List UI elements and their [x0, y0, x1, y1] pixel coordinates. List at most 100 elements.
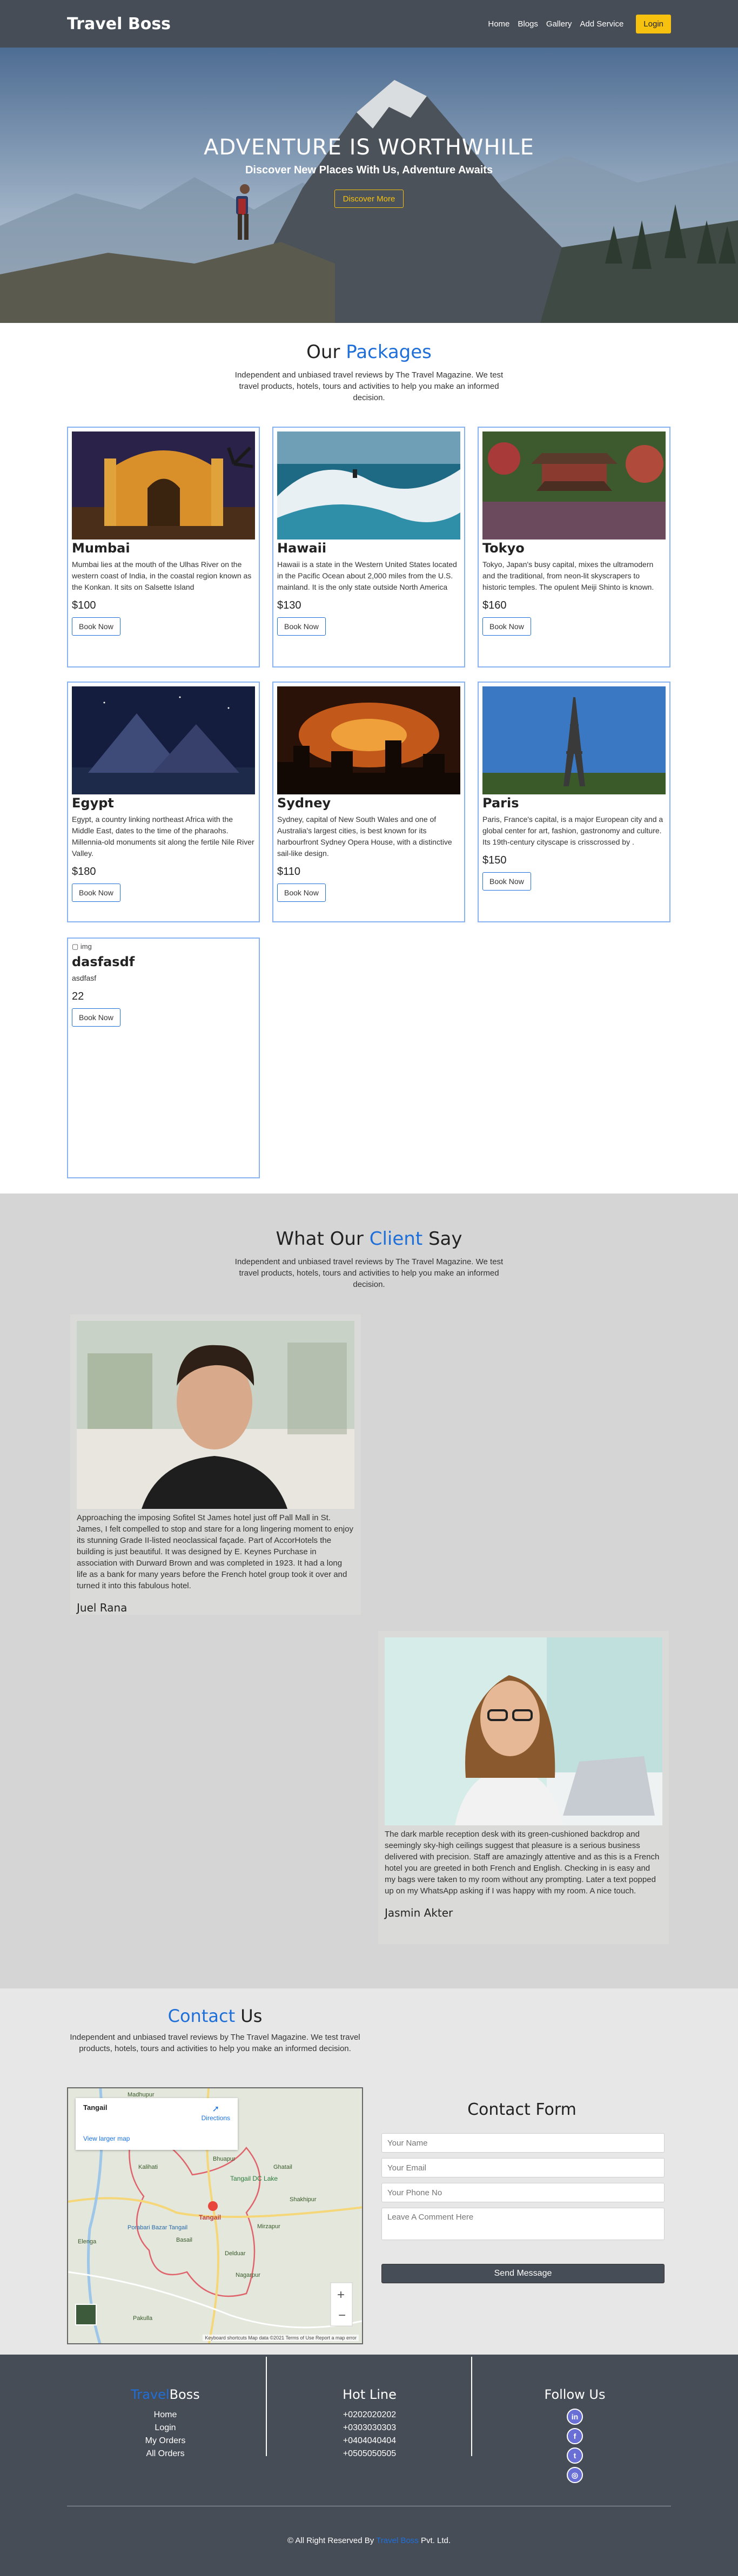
packages-title: Our Packages	[0, 341, 738, 363]
footer-brand-accent: Travel	[131, 2387, 170, 2402]
send-message-button[interactable]: Send Message	[381, 2264, 665, 2283]
book-now-button[interactable]: Book Now	[482, 872, 531, 891]
footer-link-login[interactable]: Login	[63, 2422, 268, 2435]
card-price: $180	[72, 866, 96, 878]
directions-link[interactable]: ➚ Directions	[202, 2103, 230, 2122]
card-title: dasfasdf	[72, 954, 135, 969]
map-label: Mirzapur	[257, 2223, 280, 2230]
footer-link-all-orders[interactable]: All Orders	[63, 2447, 268, 2460]
footer-links-column: TravelBoss Home Login My Orders All Orde…	[63, 2387, 268, 2460]
footer-brand: TravelBoss	[63, 2387, 268, 2402]
testimonial-card: The dark marble reception desk with its …	[378, 1631, 669, 1944]
card-price: $110	[277, 866, 301, 878]
card-description: Hawaii is a state in the Western United …	[277, 560, 457, 591]
card-title: Paris	[482, 795, 519, 811]
hero-banner: ADVENTURE IS WORTHWHILE Discover New Pla…	[0, 48, 738, 323]
hero-title: ADVENTURE IS WORTHWHILE	[204, 135, 534, 160]
contact-title-suffix: Us	[240, 2006, 263, 2026]
card-description: asdfasf	[72, 974, 97, 982]
map-footer: Keyboard shortcuts Map data ©2021 Terms …	[203, 2335, 359, 2341]
phone-field[interactable]	[381, 2183, 665, 2202]
tokyo-image	[482, 431, 666, 540]
card-title: Mumbai	[72, 541, 130, 556]
hotline-number: +0202020202	[343, 2410, 397, 2419]
map-label: Tangail	[199, 2214, 222, 2221]
contact-section: Contact Us Independent and unbiased trav…	[0, 1988, 738, 2355]
testimonials-intro: Independent and unbiased travel reviews …	[234, 1257, 504, 1289]
follow-us-title: Follow Us	[544, 2387, 606, 2402]
package-card-sydney: Sydney Sydney, capital of New South Wale…	[272, 682, 465, 922]
testimonials-title-suffix: Say	[428, 1228, 462, 1250]
map-label: Elenga	[78, 2238, 97, 2245]
zoom-out-icon: −	[338, 2308, 346, 2323]
package-card-egypt: Egypt Egypt, a country linking northeast…	[67, 682, 260, 922]
book-now-button[interactable]: Book Now	[72, 617, 120, 636]
nav-link-add-service[interactable]: Add Service	[580, 19, 623, 29]
testimonials-section: What Our Client Say Independent and unbi…	[0, 1193, 738, 1988]
testimonial-text: The dark marble reception desk with its …	[385, 1830, 660, 1896]
email-field[interactable]	[381, 2158, 665, 2177]
nav-link-blogs[interactable]: Blogs	[518, 19, 538, 29]
book-now-button[interactable]: Book Now	[277, 884, 326, 902]
testimonials-title-accent: Client	[369, 1228, 423, 1250]
footer-brand-rest: Boss	[169, 2387, 200, 2402]
hero-subtitle: Discover New Places With Us, Adventure A…	[245, 164, 493, 176]
twitter-icon[interactable]: t	[567, 2447, 583, 2464]
map-label: Bhuapur	[213, 2156, 236, 2162]
directions-label: Directions	[201, 2114, 230, 2122]
broken-image-icon: ▢	[72, 942, 79, 950]
nav-link-home[interactable]: Home	[488, 19, 509, 29]
contact-form-title: Contact Form	[467, 2100, 576, 2119]
instagram-icon[interactable]: ◎	[567, 2467, 583, 2483]
book-now-button[interactable]: Book Now	[482, 617, 531, 636]
footer-hotline-column: Hot Line +0202020202 +0303030303 +040404…	[267, 2387, 472, 2460]
contact-title-accent: Contact	[167, 2006, 236, 2026]
card-description: Tokyo, Japan's busy capital, mixes the u…	[482, 560, 654, 591]
login-button[interactable]: Login	[636, 14, 671, 33]
nav-link-gallery[interactable]: Gallery	[546, 19, 572, 29]
footer-link-home[interactable]: Home	[63, 2409, 268, 2422]
hotline-number: +0505050505	[343, 2449, 397, 2458]
book-now-button[interactable]: Book Now	[72, 884, 120, 902]
map-label: Madhupur	[128, 2092, 155, 2098]
navbar: Travel Boss Home Blogs Gallery Add Servi…	[0, 0, 738, 48]
card-title: Egypt	[72, 795, 114, 811]
testimonial-text: Approaching the imposing Sofitel St Jame…	[77, 1513, 353, 1590]
brand-logo[interactable]: Travel Boss	[67, 15, 171, 33]
discover-more-button[interactable]: Discover More	[334, 190, 404, 208]
package-card-mumbai: Mumbai Mumbai lies at the mouth of the U…	[67, 427, 260, 667]
package-card-tokyo: Tokyo Tokyo, Japan's busy capital, mixes…	[478, 427, 670, 667]
facebook-icon[interactable]: f	[567, 2428, 583, 2444]
map-label: Ghatail	[273, 2164, 292, 2170]
footer: TravelBoss Home Login My Orders All Orde…	[0, 2355, 738, 2576]
map-label: Pakulla	[133, 2315, 153, 2322]
map-label: Basail	[176, 2237, 192, 2243]
card-description: Mumbai lies at the mouth of the Ulhas Ri…	[72, 560, 252, 591]
book-now-button[interactable]: Book Now	[72, 1008, 120, 1027]
copyright-suffix: Pvt. Ltd.	[420, 2536, 451, 2545]
contact-title: Contact Us	[67, 2006, 363, 2026]
testimonials-title-prefix: What Our	[276, 1228, 364, 1250]
card-price: $160	[482, 599, 507, 611]
client-photo-juel	[77, 1321, 354, 1509]
copyright-text: © All Right Reserved By Travel Boss Pvt.…	[0, 2536, 738, 2545]
book-now-button[interactable]: Book Now	[277, 617, 326, 636]
comment-field[interactable]	[381, 2208, 665, 2240]
contact-intro: Independent and unbiased travel reviews …	[70, 2033, 360, 2053]
sydney-image	[277, 686, 460, 794]
footer-link-my-orders[interactable]: My Orders	[63, 2435, 268, 2447]
linkedin-icon[interactable]: in	[567, 2409, 583, 2425]
package-card-paris: Paris Paris, France's capital, is a majo…	[478, 682, 670, 922]
testimonial-name: Juel Rana	[77, 1601, 128, 1614]
view-larger-map-link[interactable]: View larger map	[83, 2135, 130, 2142]
map-info-card: Tangail ➚ Directions View larger map	[76, 2098, 238, 2150]
card-title: Sydney	[277, 795, 331, 811]
map-label: Tangail DC Lake	[230, 2175, 278, 2182]
directions-icon: ➚	[212, 2105, 220, 2114]
card-price: $150	[482, 854, 507, 866]
copyright-prefix: © All Right Reserved By	[287, 2536, 374, 2545]
map-label: Delduar	[225, 2250, 246, 2257]
name-field[interactable]	[381, 2133, 665, 2153]
embedded-map[interactable]: + − Bhuapur Ghatail Tangail DC Lake Shak…	[67, 2087, 363, 2344]
hotline-number: +0404040404	[343, 2436, 397, 2445]
